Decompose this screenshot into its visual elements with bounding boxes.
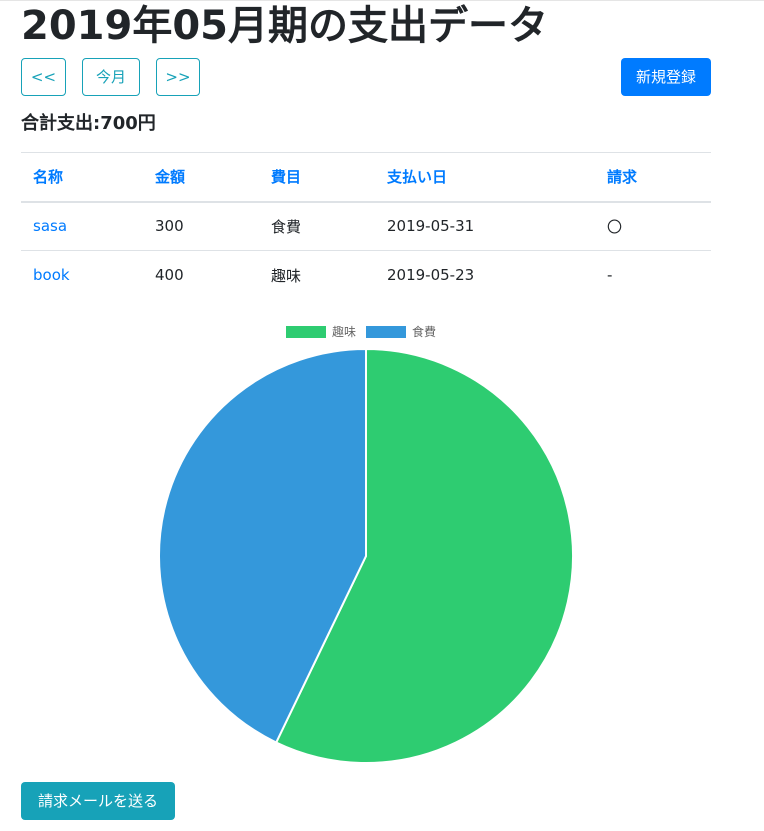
pie-chart xyxy=(158,347,574,764)
page: 2019年05月期の支出データ << 今月 >> 新規登録 合計支出:700円 … xyxy=(0,0,764,831)
send-billing-mail-button[interactable]: 請求メールを送る xyxy=(21,782,175,820)
